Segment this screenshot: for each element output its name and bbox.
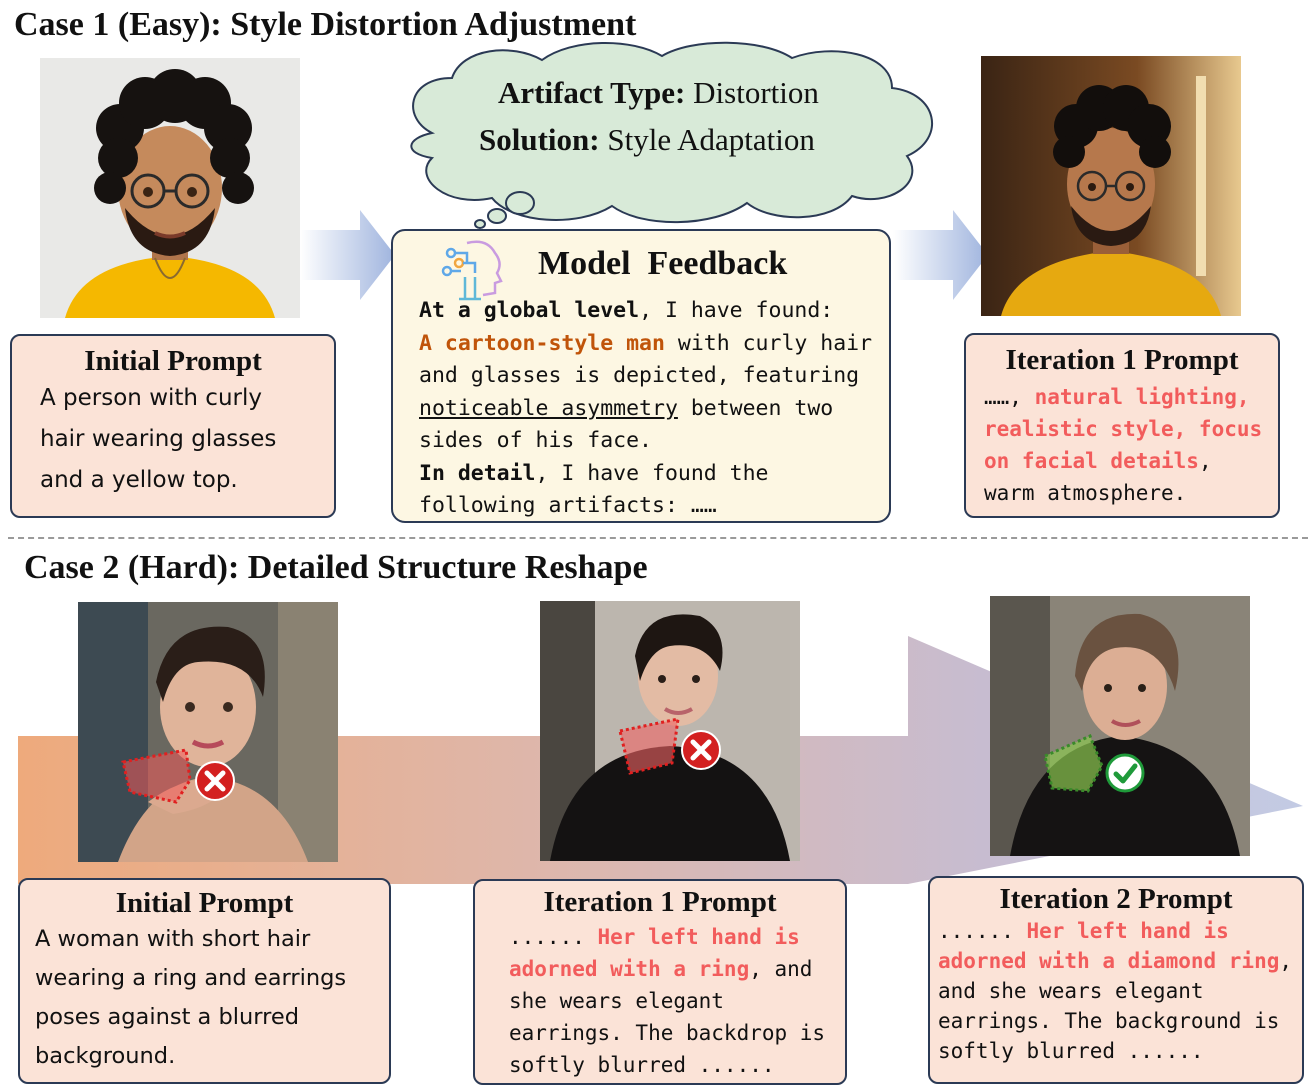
case2-iter1-prefix: ...... bbox=[509, 924, 598, 949]
error-cross-icon bbox=[195, 761, 235, 801]
case2-initial-prompt-box: Initial Prompt A woman with short hair w… bbox=[18, 878, 391, 1084]
case1-initial-prompt-text: A person with curly hair wearing glasses… bbox=[40, 384, 277, 493]
artifact-type-line: Artifact Type: Distortion bbox=[498, 75, 819, 111]
case1-title: Case 1 (Easy): Style Distortion Adjustme… bbox=[14, 6, 637, 43]
solution-label: Solution: bbox=[479, 122, 600, 157]
case2-iter2-prefix: ...... bbox=[938, 918, 1027, 943]
artifact-type-label: Artifact Type: bbox=[498, 75, 686, 110]
case2-iteration2-image bbox=[990, 596, 1250, 856]
in-detail-label: In detail bbox=[419, 460, 536, 486]
case2-iteration1-prompt-box: Iteration 1 Prompt ...... Her left hand … bbox=[473, 879, 847, 1085]
case1-initial-prompt-box: Initial Prompt A person with curly hair … bbox=[10, 334, 336, 518]
case1-iteration1-prompt-text: ……, natural lighting, realistic style, f… bbox=[966, 381, 1278, 509]
feedback-title: Model Feedback bbox=[538, 245, 788, 282]
case2-initial-prompt-text: A woman with short hair wearing a ring a… bbox=[35, 925, 347, 1069]
solution-line: Solution: Style Adaptation bbox=[479, 122, 815, 158]
success-check-icon bbox=[1105, 753, 1145, 793]
case2-iteration1-prompt-title: Iteration 1 Prompt bbox=[543, 886, 777, 918]
artifact-type-value: Distortion bbox=[693, 75, 819, 110]
case2-initial-image bbox=[78, 602, 338, 862]
case2-iteration1-image bbox=[540, 601, 800, 861]
solution-value: Style Adaptation bbox=[607, 122, 815, 157]
error-cross-icon bbox=[681, 730, 721, 770]
case2-title: Case 2 (Hard): Detailed Structure Reshap… bbox=[24, 549, 648, 586]
cartoon-style-highlight: A cartoon-style man bbox=[419, 330, 665, 356]
case1-iteration1-prompt-box: Iteration 1 Prompt ……, natural lighting,… bbox=[964, 333, 1280, 518]
case1-iteration1-image bbox=[981, 56, 1241, 316]
case-divider bbox=[8, 537, 1308, 539]
global-level-label: At a global level bbox=[419, 298, 640, 323]
case1-initial-prompt-title: Initial Prompt bbox=[84, 345, 262, 377]
case2-iteration1-prompt-text: ...... Her left hand is adorned with a r… bbox=[475, 919, 845, 1081]
case2-initial-prompt-title: Initial Prompt bbox=[115, 887, 294, 919]
case1-initial-image bbox=[40, 58, 300, 318]
case2-iteration2-prompt-text: ...... Her left hand is adorned with a d… bbox=[930, 916, 1302, 1066]
case2-iteration2-prompt-title: Iteration 2 Prompt bbox=[999, 883, 1233, 915]
feedback-text: At a global level, I have found: A carto… bbox=[419, 295, 889, 523]
model-feedback-box: Model Feedback At a global level, I have… bbox=[391, 229, 891, 523]
arrow-to-feedback bbox=[300, 210, 395, 300]
case1-iter1-prefix: ……, bbox=[984, 384, 1035, 409]
asymmetry-underline: noticeable asymmetry bbox=[419, 395, 678, 421]
case2-iteration2-prompt-box: Iteration 2 Prompt ...... Her left hand … bbox=[928, 876, 1304, 1084]
case1-iteration1-prompt-title: Iteration 1 Prompt bbox=[1005, 344, 1239, 376]
feedback-line1: , I have found: bbox=[639, 298, 834, 323]
